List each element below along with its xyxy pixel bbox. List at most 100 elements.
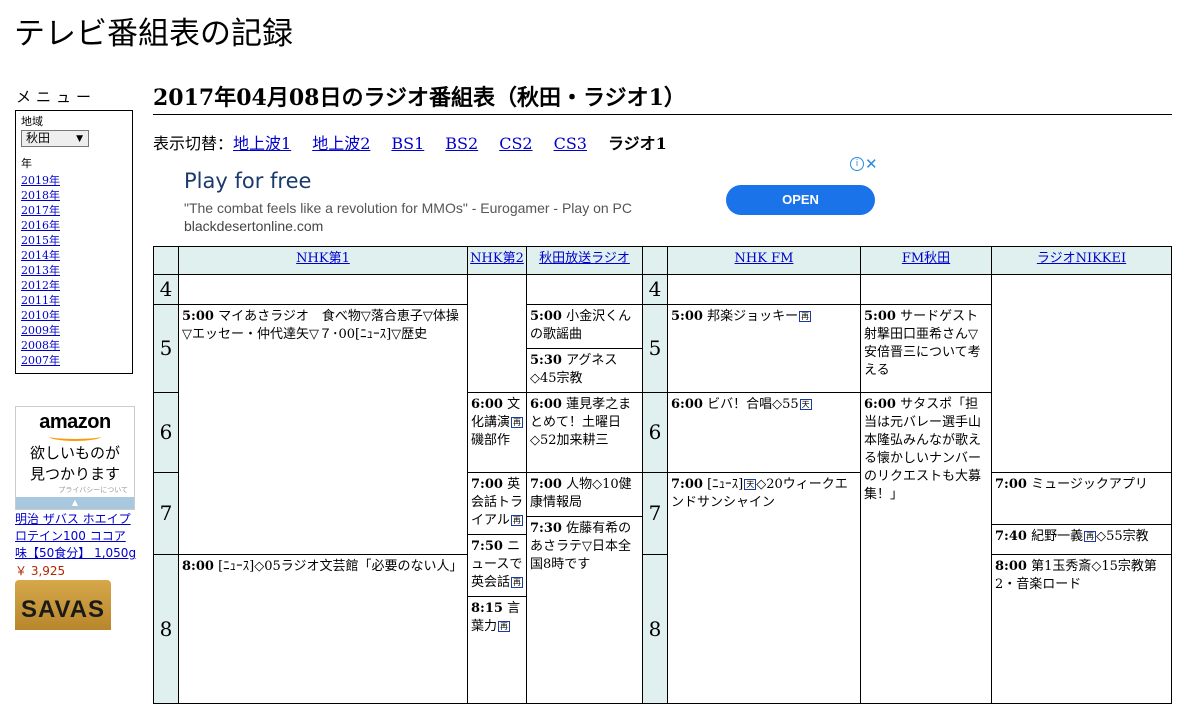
program-cell-empty [991,274,1172,473]
year-link[interactable]: 2018年 [21,188,127,203]
switch-label: 表示切替： [153,134,234,153]
program-time: 5:30 [530,353,562,368]
hour-cell: 5 [642,304,668,393]
program-cell[interactable]: 6:00 ビバ！合唱◇55 天 [667,392,861,473]
year-link[interactable]: 2007年 [21,353,127,368]
program-cell[interactable]: 5:00 邦楽ジョッキー再 [667,304,861,393]
program-title: サタスポ「担当は元バレー選手山本隆弘みんなが歌える懐かしいナンバーのリクエストも… [864,397,982,502]
hour-cell: 7 [153,472,179,555]
channel-header: 秋田放送ラジオ [526,246,643,275]
program-time: 7:00 [530,477,562,492]
year-link[interactable]: 2017年 [21,203,127,218]
year-link[interactable]: 2012年 [21,278,127,293]
info-icon[interactable]: i [850,157,864,171]
product-image[interactable]: SAVAS [15,580,111,630]
program-cell[interactable]: 8:00 第1玉秀斎◇15宗教第2・音楽ロード [991,554,1172,704]
year-link[interactable]: 2014年 [21,248,127,263]
program-time: 7:40 [995,529,1027,544]
schedule-table: NHK第1 NHK第2 秋田放送ラジオ NHK FM FM秋田 ラジオNIKKE… [153,246,1172,704]
program-cell[interactable]: 8:15 言葉力再 [467,596,527,704]
hour-cell: 4 [642,274,668,305]
ad-description: "The combat feels like a revolution for … [184,200,632,216]
program-time: 7:50 [471,539,503,554]
chevron-up-icon[interactable]: ▲ [16,497,134,509]
program-title: [ﾆｭｰｽ] [707,477,744,492]
year-link[interactable]: 2015年 [21,233,127,248]
rerun-icon: 再 [1084,531,1097,542]
program-time: 5:00 [864,309,896,324]
program-cell[interactable]: 6:00 サタスポ「担当は元バレー選手山本隆弘みんなが歌える懐かしいナンバーのリ… [860,392,992,704]
program-cell[interactable]: 7:30 佐藤有希のあさラテ▽日本全国8時です [526,516,643,704]
program-cell[interactable]: 7:40 紀野一義再 ◇55宗教 [991,524,1172,555]
hour-cell: 6 [642,392,668,473]
hour-cell: 8 [642,554,668,704]
header-corner [642,246,668,275]
year-link[interactable]: 2009年 [21,323,127,338]
switch-link-cs3[interactable]: CS3 [554,134,587,153]
ad-banner[interactable]: Play for free "The combat feels like a r… [153,156,881,246]
program-cell[interactable]: 7:00 英会話トライアル再 [467,472,527,535]
switch-link-terrestrial1[interactable]: 地上波1 [233,134,291,153]
year-list: 2019年 2018年 2017年 2016年 2015年 2014年 2013… [21,173,127,368]
year-label: 年 [21,157,32,170]
switch-link-terrestrial2[interactable]: 地上波2 [312,134,370,153]
amazon-privacy-link[interactable]: プライバシーについて [16,485,134,495]
program-cell[interactable]: 7:50 ニュースで英会話再 [467,534,527,597]
program-cell[interactable]: 6:00 蓮見孝之まとめて！土曜日◇52加来耕三 [526,392,643,473]
program-time: 6:00 [864,397,896,412]
channel-link[interactable]: 秋田放送ラジオ [527,251,642,267]
program-title: ミュージックアプリ [1031,477,1148,492]
switch-link-bs2[interactable]: BS2 [445,134,478,153]
amazon-tagline: 見つかります [29,465,120,483]
program-cell[interactable]: 8:00 [ﾆｭｰｽ]◇05ラジオ文芸館「必要のない人」 [178,554,468,704]
product-link[interactable]: 明治 ザバス ホエイプロテイン100 ココア味【50食分】 1,050g [15,511,137,562]
year-link[interactable]: 2019年 [21,173,127,188]
amazon-banner[interactable]: amazon 欲しいものが 見つかります プライバシーについて ▲ [15,406,135,510]
program-title: [ﾆｭｰｽ]◇05ラジオ文芸館「必要のない人」 [218,559,463,574]
program-cell[interactable]: 7:00 ミュージックアプリ [991,472,1172,525]
year-link[interactable]: 2013年 [21,263,127,278]
program-time: 7:00 [471,477,503,492]
year-link[interactable]: 2011年 [21,293,127,308]
program-cell[interactable]: 5:00 サードゲスト射撃田口亜希さん▽安倍晋三について考える [860,304,992,393]
year-link[interactable]: 2008年 [21,338,127,353]
weather-icon: 天 [744,479,757,490]
region-select[interactable]: 秋田 ▼ [21,130,89,147]
close-icon[interactable]: ✕ [865,156,878,173]
program-cell[interactable]: 7:00 [ﾆｭｰｽ] 天 ◇20ウィークエンドサンシャイン [667,472,861,704]
switch-link-bs1[interactable]: BS1 [391,134,424,153]
program-title: 紀野一義 [1031,529,1084,544]
page-title: 2017年04月08日のラジオ番組表（秋田・ラジオ1） [153,84,1172,115]
program-time: 6:00 [530,397,562,412]
channel-link[interactable]: ラジオNIKKEI [992,251,1171,267]
program-time: 5:00 [530,309,562,324]
program-cell-empty [467,274,527,393]
rerun-icon: 再 [510,515,523,526]
program-cell[interactable]: 5:00 小金沢くんの歌謡曲 [526,304,643,349]
view-switcher: 表示切替：地上波1 地上波2 BS1 BS2 CS2 CS3 ラジオ1 [153,134,667,154]
channel-link[interactable]: FM秋田 [861,251,991,267]
hour-cell: 5 [153,304,179,393]
program-cell[interactable]: 5:00 マイあさラジオ 食べ物▽落合恵子▽体操▽エッセー・仲代達矢▽７･00[… [178,304,468,555]
switch-link-cs2[interactable]: CS2 [499,134,532,153]
program-title: マイあさラジオ 食べ物▽落合恵子▽体操▽エッセー・仲代達矢▽７･00[ﾆｭｰｽ]… [182,309,459,342]
program-cell[interactable]: 7:00 人物◇10健康情報局 [526,472,643,517]
channel-link[interactable]: NHK FM [668,251,860,267]
program-time: 6:00 [671,397,703,412]
hour-cell: 6 [153,392,179,473]
program-time: 5:00 [671,309,703,324]
product-brand: SAVAS [20,596,106,623]
ad-title[interactable]: Play for free [184,169,311,193]
year-link[interactable]: 2016年 [21,218,127,233]
program-time: 7:00 [995,477,1027,492]
ad-open-button[interactable]: OPEN [726,185,875,215]
channel-header: ラジオNIKKEI [991,246,1172,275]
ad-url[interactable]: blackdesertonline.com [184,218,323,234]
channel-link[interactable]: NHK第1 [179,251,467,267]
program-cell[interactable]: 5:30 アグネス◇45宗教 [526,348,643,393]
year-link[interactable]: 2010年 [21,308,127,323]
channel-link[interactable]: NHK第2 [468,251,526,267]
channel-header: NHK第1 [178,246,468,275]
program-cell[interactable]: 6:00 文化講演再 磯部作 [467,392,527,473]
chevron-down-icon: ▼ [76,134,83,144]
